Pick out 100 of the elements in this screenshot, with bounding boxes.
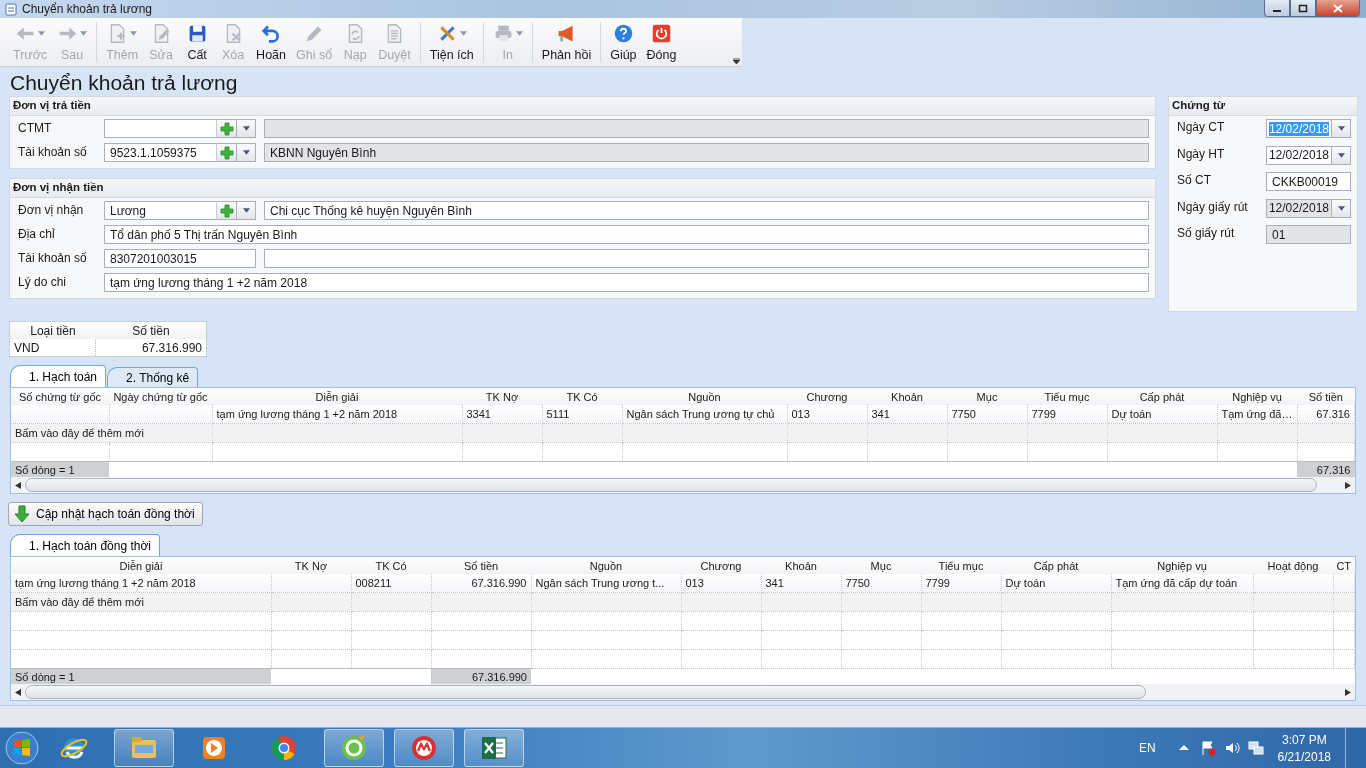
total-cell: 67.316.990 (431, 668, 531, 684)
caret-icon (1337, 205, 1345, 211)
table-cell: Dự toán (1107, 405, 1217, 424)
input-field[interactable]: Lương (104, 201, 216, 220)
table-cell: 3341 (462, 405, 542, 424)
add-button[interactable] (216, 119, 236, 138)
date-field[interactable]: 12/02/2018 (1265, 145, 1331, 165)
network-icon[interactable] (1247, 740, 1264, 756)
scroll-left-icon[interactable] (15, 481, 21, 489)
add-button[interactable] (216, 143, 236, 162)
table-cell: 67.316.990 (431, 574, 531, 593)
input-field[interactable] (264, 249, 1149, 268)
field-label: Lý do chi (18, 274, 68, 289)
field-label: Địa chỉ (18, 226, 56, 241)
help-icon (612, 22, 634, 44)
table-cell: 7750 (947, 405, 1027, 424)
scroll-right-icon[interactable] (1345, 688, 1351, 696)
field-label: Số CT (1177, 172, 1212, 187)
table-cell: tạm ứng lương tháng 1 +2 năm 2018 (11, 574, 271, 593)
input-field[interactable] (104, 119, 216, 138)
dropdown-button[interactable] (236, 143, 256, 162)
taskbar-button[interactable] (324, 729, 384, 767)
field-label: Ngày CT (1177, 119, 1226, 134)
taskbar-button[interactable] (114, 729, 174, 767)
dropdown-button[interactable] (236, 119, 256, 138)
table-cell: 013 (787, 405, 867, 424)
plus-icon (219, 145, 234, 160)
tab[interactable]: 1. Hạch toán (10, 365, 107, 387)
caret-icon (242, 126, 250, 131)
add-button[interactable] (216, 201, 236, 220)
dropdown-button[interactable] (1331, 145, 1351, 165)
field-label: Đơn vị nhận (18, 202, 85, 217)
taskbar-button[interactable] (464, 729, 524, 767)
horizontal-scrollbar[interactable] (11, 477, 1355, 493)
dropdown-button[interactable] (1331, 119, 1351, 138)
input-field[interactable]: Chi cục Thống kê huyện Nguyên Bình (264, 201, 1149, 220)
language-indicator[interactable]: EN (1138, 741, 1156, 755)
minimize-button[interactable] (1264, 0, 1290, 17)
flag-icon[interactable] (1199, 740, 1216, 756)
caret-icon (1337, 152, 1345, 158)
toolbar-button[interactable]: Cất (179, 22, 216, 62)
table-cell: 7799 (921, 574, 1001, 593)
column-header[interactable]: Diễn giải (212, 388, 462, 405)
table-cell: 7750 (841, 574, 921, 593)
field-label: Tài khoản số (18, 250, 88, 265)
toolbar-button[interactable]: Hoãn (251, 22, 291, 62)
table-cell: 341 (867, 405, 947, 424)
table-cell: 67.316.990 (95, 339, 206, 356)
plus-icon (219, 121, 234, 136)
field-label: Ngày giấy rút (1177, 198, 1249, 214)
table-cell: 7799 (1027, 405, 1107, 424)
scroll-left-icon[interactable] (15, 688, 21, 696)
close-button[interactable] (1316, 0, 1360, 17)
toolbar-button[interactable]: Phản hồi (536, 22, 597, 62)
row-count: Số dòng = 1 (11, 668, 271, 684)
clock[interactable]: 3:07 PM 6/21/2018 (1277, 732, 1331, 764)
input-field[interactable]: CKKB00019 (1266, 172, 1351, 191)
maximize-icon (1298, 3, 1308, 13)
chrome-icon (269, 733, 299, 763)
table-cell: 013 (681, 574, 761, 593)
tab[interactable]: 1. Hạch toán đồng thời (10, 534, 160, 556)
input-field[interactable]: KBNN Nguyên Bình (264, 143, 1149, 162)
input-field[interactable]: 8307201003015 (104, 249, 256, 268)
scroll-right-icon[interactable] (1345, 481, 1351, 489)
taskbar-button[interactable] (394, 729, 454, 767)
input-field[interactable] (264, 119, 1149, 138)
tab[interactable]: 2. Thống kê (107, 367, 199, 387)
table-cell: tạm ứng lương tháng 1 +2 năm 2018 (212, 405, 462, 424)
toolbar-button[interactable]: Giúp (605, 22, 642, 62)
toolbar-button[interactable]: Đóng (641, 22, 682, 62)
horizontal-scrollbar[interactable] (11, 684, 1355, 700)
add-row-prompt[interactable]: Bấm vào đây để thêm mới (11, 423, 212, 443)
table-cell: 67.316 (1297, 405, 1355, 424)
table-cell: 341 (761, 574, 841, 593)
start-button[interactable] (2, 728, 42, 768)
dropdown-button[interactable] (1331, 198, 1351, 218)
field-label: CTMT (18, 120, 53, 135)
input-field[interactable]: 01 (1266, 225, 1351, 244)
table-cell: Tạm ứng đã cấp dự toán (1111, 574, 1253, 593)
column-header[interactable]: Diễn giải (11, 557, 271, 574)
input-field[interactable]: 9523.1.1059375 (104, 143, 216, 162)
caret-icon (38, 30, 46, 36)
speaker-icon[interactable] (1223, 740, 1240, 756)
date-field[interactable]: 12/02/2018 (1265, 198, 1331, 218)
input-field[interactable]: Tổ dân phố 5 Thị trấn Nguyên Bình (104, 225, 1149, 244)
dropdown-button[interactable] (236, 201, 256, 220)
toolbar-button[interactable]: Tiện ích (424, 22, 479, 62)
table-cell: Ngân sách Trung ương t... (531, 574, 681, 593)
row-count: Số dòng = 1 (11, 461, 109, 477)
caret-icon (242, 208, 250, 213)
maximize-button[interactable] (1290, 0, 1316, 17)
overflow-icon[interactable] (733, 58, 740, 64)
table-cell: 008211 (351, 574, 431, 593)
input-field[interactable]: tạm ứng lương tháng 1 +2 năm 2018 (104, 273, 1149, 292)
field-label: Tài khoản số (18, 144, 88, 159)
table-cell: 5111 (542, 405, 622, 424)
update-button[interactable]: Cập nhật hạch toán đồng thời (8, 502, 203, 526)
window-title: Chuyển khoản trả lương (22, 2, 153, 16)
caret-icon (515, 30, 523, 36)
caret-icon (80, 30, 88, 36)
